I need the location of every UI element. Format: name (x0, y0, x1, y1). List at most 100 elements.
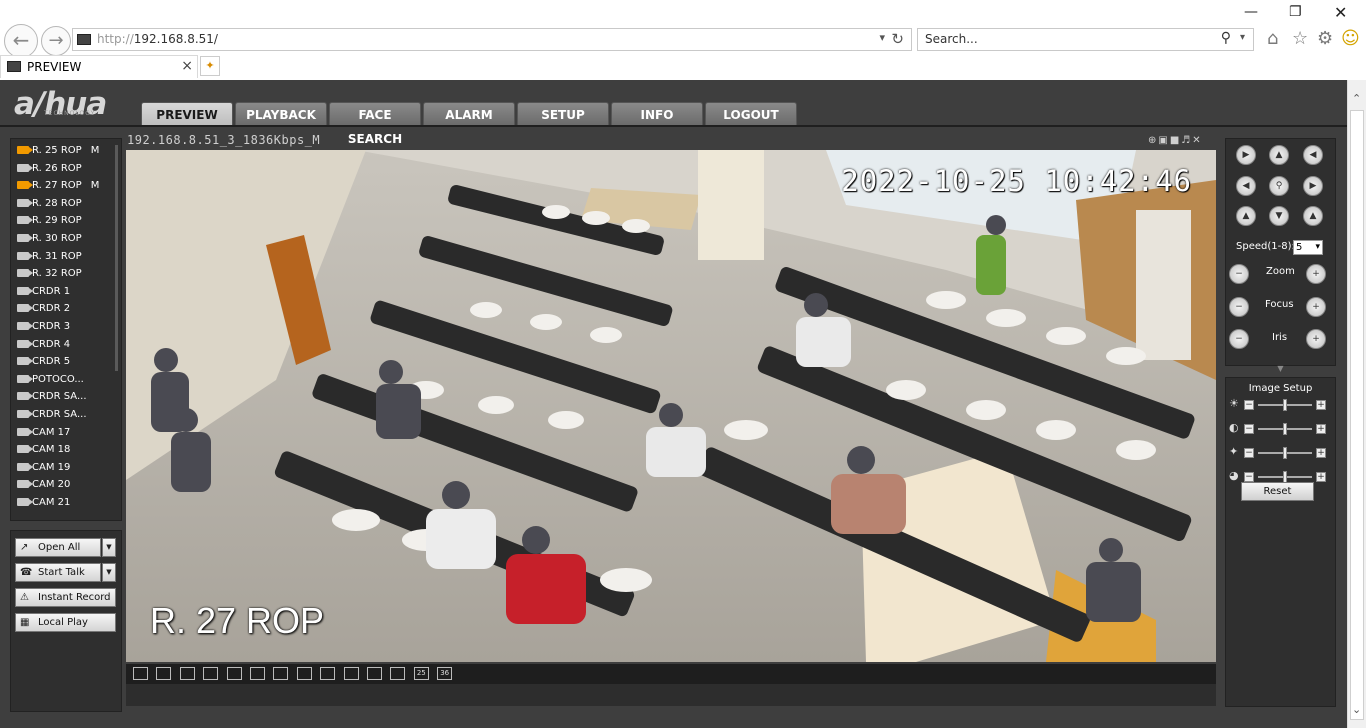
page-scrollbar[interactable]: ⌃ ⌄ (1347, 80, 1366, 728)
open-all-button[interactable]: ↗ Open All (15, 538, 101, 557)
nav-tab-face-search[interactable]: FACE SEARCH (329, 102, 421, 146)
layout-button[interactable] (320, 667, 336, 680)
audio-icon[interactable]: ♬ (1181, 135, 1192, 146)
camera-list-item[interactable]: CRDR SA... (17, 409, 87, 425)
camera-list-item[interactable]: CAM 18 (17, 444, 70, 460)
layout-button[interactable]: 36 (437, 667, 453, 680)
ptz-up-left-button[interactable]: ▶ (1236, 145, 1256, 165)
camera-list-item[interactable]: R. 32 ROP (17, 268, 82, 284)
layout-button[interactable] (250, 667, 265, 680)
scroll-up-icon[interactable]: ⌃ (1352, 92, 1361, 105)
feedback-smiley-icon[interactable]: ☺ (1341, 28, 1360, 49)
camera-list-item[interactable]: CRDR 4 (17, 339, 70, 355)
decrease-button[interactable]: − (1244, 400, 1254, 410)
close-window-icon[interactable]: ✕ (1334, 3, 1347, 22)
video-feed[interactable]: 2022-10-25 10:42:46 R. 27 ROP (126, 150, 1216, 662)
scroll-down-icon[interactable]: ⌄ (1352, 703, 1361, 716)
camera-list-item[interactable]: CAM 21 (17, 497, 70, 513)
ptz-up-right-button[interactable]: ◀ (1303, 145, 1323, 165)
camera-list-item[interactable]: CAM 19 (17, 462, 70, 478)
nav-tab-setup[interactable]: SETUP (517, 102, 609, 126)
ptz-down-left-button[interactable]: ▲ (1236, 206, 1256, 226)
camera-list-item[interactable]: R. 26 ROP (17, 163, 82, 179)
slider-handle[interactable] (1283, 399, 1287, 411)
snapshot-icon[interactable]: ▣ (1158, 135, 1169, 146)
camera-list-item[interactable]: R. 28 ROP (17, 198, 82, 214)
nav-tab-logout[interactable]: LOGOUT (705, 102, 797, 126)
slider-handle[interactable] (1283, 423, 1287, 435)
settings-icon[interactable]: ⚙ (1317, 28, 1333, 49)
search-box[interactable]: Search... ⚲ ▾ (917, 28, 1254, 51)
layout-button[interactable] (367, 667, 382, 680)
close-tab-icon[interactable]: × (181, 58, 193, 74)
camera-list-item[interactable]: CRDR 2 (17, 303, 70, 319)
nav-tab-info[interactable]: INFO (611, 102, 703, 126)
increase-button[interactable]: + (1316, 400, 1326, 410)
layout-button[interactable] (156, 667, 172, 680)
ptz-collapse-icon[interactable]: ▼ (1225, 365, 1336, 373)
camera-list-item[interactable]: R. 31 ROP (17, 251, 82, 267)
layout-button[interactable] (390, 667, 406, 680)
iris-open-button[interactable]: + (1306, 329, 1326, 349)
address-dropdown-icon[interactable]: ▾ (879, 31, 885, 44)
browser-tab[interactable]: PREVIEW × (0, 55, 198, 78)
layout-button[interactable] (133, 667, 148, 680)
start-talk-dropdown[interactable]: ▼ (102, 563, 116, 582)
favorites-icon[interactable]: ☆ (1292, 28, 1308, 49)
layout-button[interactable] (203, 667, 219, 680)
refresh-icon[interactable]: ↻ (891, 30, 904, 48)
iris-close-button[interactable]: − (1229, 329, 1249, 349)
forward-button[interactable]: → (41, 26, 71, 56)
camera-list-item[interactable]: POTOCO... (17, 374, 84, 390)
minimize-icon[interactable]: — (1244, 4, 1258, 20)
scroll-thumb[interactable] (1350, 110, 1364, 720)
back-button[interactable]: ← (4, 24, 38, 58)
slider-handle[interactable] (1283, 447, 1287, 459)
increase-button[interactable]: + (1316, 424, 1326, 434)
nav-tab-playback[interactable]: PLAYBACK (235, 102, 327, 126)
camera-list-item[interactable]: R. 30 ROP (17, 233, 82, 249)
increase-button[interactable]: + (1316, 472, 1326, 482)
layout-button[interactable] (296, 667, 312, 680)
instant-record-button[interactable]: ⚠ Instant Record (15, 588, 116, 607)
ptz-down-button[interactable]: ▼ (1269, 206, 1289, 226)
camera-list-scrollbar[interactable] (115, 145, 118, 371)
increase-button[interactable]: + (1316, 448, 1326, 458)
home-icon[interactable]: ⌂ (1267, 28, 1278, 49)
reset-button[interactable]: Reset (1241, 482, 1314, 501)
camera-list-item[interactable]: CRDR SA... (17, 391, 87, 407)
start-talk-button[interactable]: ☎ Start Talk (15, 563, 101, 582)
ptz-right-button[interactable]: ▶ (1303, 176, 1323, 196)
focus-far-button[interactable]: + (1306, 297, 1326, 317)
zoom-in-button[interactable]: + (1306, 264, 1326, 284)
speed-select[interactable]: 5 (1293, 240, 1323, 255)
camera-list-item[interactable]: CAM 20 (17, 479, 70, 495)
search-icon[interactable]: ⚲ (1221, 30, 1231, 46)
open-all-dropdown[interactable]: ▼ (102, 538, 116, 557)
zoom-in-icon[interactable]: ⊕ (1148, 135, 1158, 146)
nav-tab-alarm[interactable]: ALARM (423, 102, 515, 126)
layout-button[interactable] (343, 667, 359, 680)
close-video-icon[interactable]: ✕ (1192, 135, 1202, 146)
layout-button[interactable] (179, 667, 195, 680)
decrease-button[interactable]: − (1244, 472, 1254, 482)
camera-list-item[interactable]: CAM 17 (17, 427, 70, 443)
layout-button[interactable]: 25 (413, 667, 429, 680)
local-play-button[interactable]: ▦ Local Play (15, 613, 116, 632)
ptz-down-right-button[interactable]: ▲ (1303, 206, 1323, 226)
ptz-up-button[interactable]: ▲ (1269, 145, 1289, 165)
camera-list-item[interactable]: CRDR 5 (17, 356, 70, 372)
camera-list-item[interactable]: CRDR 1 (17, 286, 70, 302)
decrease-button[interactable]: − (1244, 448, 1254, 458)
search-dropdown-icon[interactable]: ▾ (1240, 32, 1245, 43)
camera-list-item[interactable]: R. 29 ROP (17, 215, 82, 231)
focus-near-button[interactable]: − (1229, 297, 1249, 317)
ptz-center-icon[interactable]: ⚲ (1269, 176, 1289, 196)
restore-icon[interactable]: ❐ (1289, 4, 1302, 20)
ptz-left-button[interactable]: ◀ (1236, 176, 1256, 196)
nav-tab-preview[interactable]: PREVIEW (141, 102, 233, 126)
camera-list-item[interactable]: R. 27 ROP M (17, 180, 99, 196)
camera-icon[interactable]: ■ (1170, 135, 1181, 146)
decrease-button[interactable]: − (1244, 424, 1254, 434)
camera-list-item[interactable]: CRDR 3 (17, 321, 70, 337)
